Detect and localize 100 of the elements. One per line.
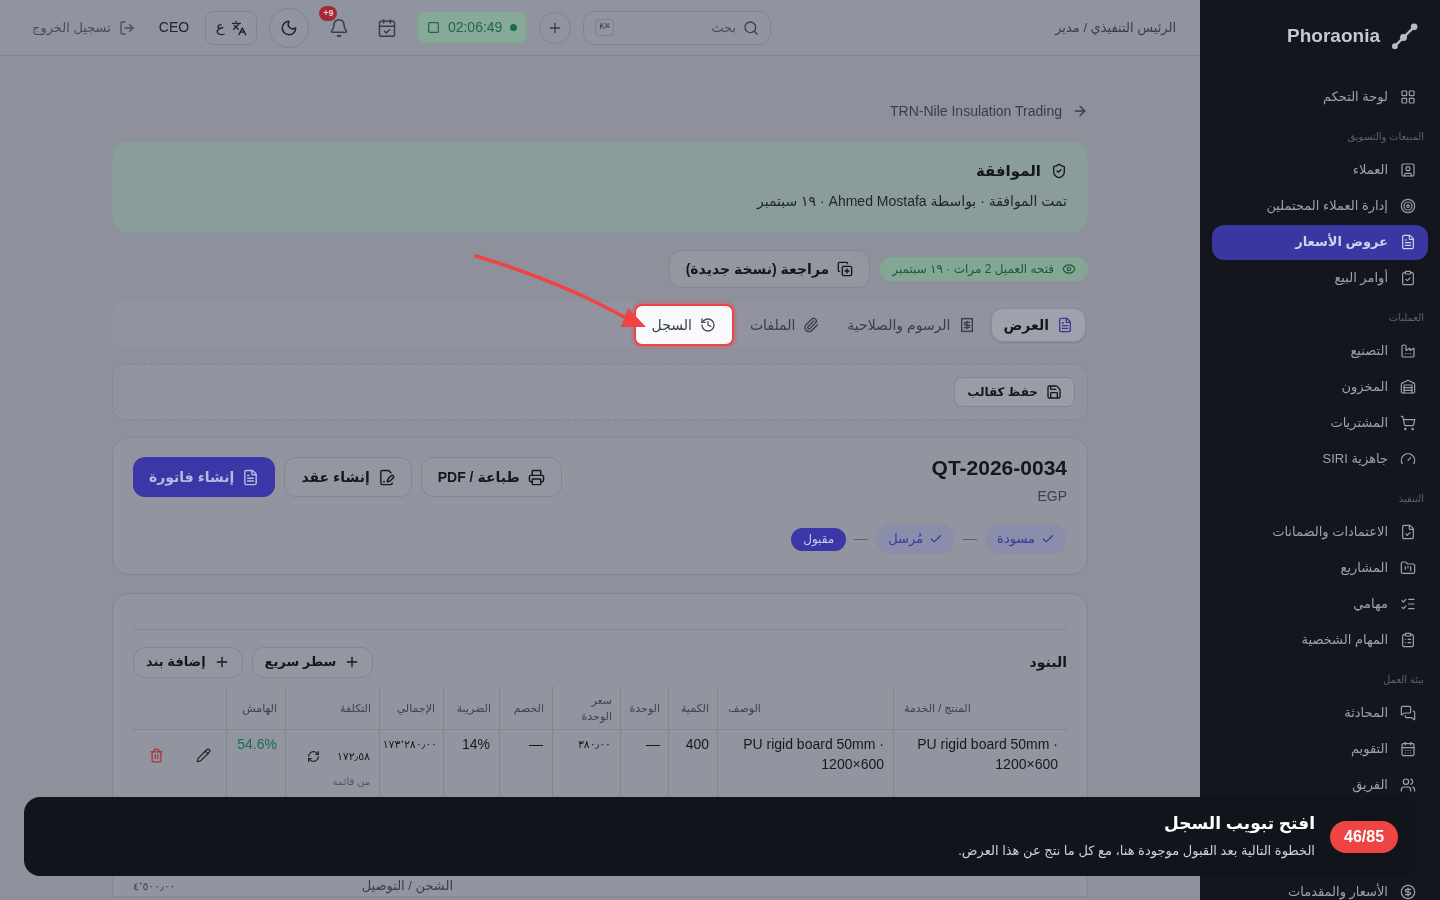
tab[interactable]: السجل [633,304,734,346]
nav-item[interactable]: مهامي [1212,586,1428,622]
warehouse-icon [1400,379,1416,395]
coin-icon [1400,884,1416,900]
nav-item[interactable]: جاهزية SIRI [1212,441,1428,477]
moon-icon [280,18,299,37]
brand-name: Phoraonia [1287,23,1380,48]
file-check-icon [1400,524,1416,540]
status-step: مسودة [985,524,1067,554]
action-button[interactable]: إنشاء فاتورة [133,457,276,497]
nav-item[interactable]: التقويم [1212,731,1428,767]
column-header: الهامش [226,686,285,729]
tab[interactable]: الملفات [737,308,832,342]
approval-title: الموافقة [975,160,1041,182]
breadcrumb-link[interactable]: TRN-Nile Insulation Trading [890,100,1062,122]
checklist-icon [1400,596,1416,612]
clipboard-check-icon [1400,270,1416,286]
cart-icon [1400,415,1416,431]
nav-item[interactable]: التصنيع [1212,333,1428,369]
nav-item[interactable]: الأسعار والمقدمات [1212,874,1428,900]
table-cell-text: — [528,735,544,754]
target-icon [1400,198,1416,214]
document-icon [1057,317,1073,333]
grid-icon [1400,89,1416,105]
column-header: الخصم [499,686,552,729]
refresh-icon[interactable] [306,749,320,763]
nav-item[interactable]: الاعتمادات والضمانات [1212,514,1428,550]
nav-section-heading: المبيعات والتسويق [1346,130,1425,145]
add-row-button[interactable]: إضافة بند [133,646,243,678]
column-header: التكلفة [285,686,379,729]
nav-section-heading: التنفيذ [1397,492,1425,506]
column-header: الوصف [717,686,893,729]
total-label: الشحن / التوصيل [361,878,453,894]
column-header: المنتج / الخدمة [893,686,1067,729]
save-icon [1046,384,1062,400]
language-button[interactable]: ع [205,10,258,45]
calendar-check-icon [377,17,398,38]
table-cell-text: ٣٨٠٫٠٠ [577,737,612,752]
save-template-button[interactable]: حفظ كقالب [954,377,1075,407]
table-cell-text: 400 [684,735,710,754]
folder-icon [1400,560,1416,576]
clipboard-list-icon [1400,632,1416,648]
receipt-icon [958,317,975,333]
paperclip-icon [803,317,820,333]
add-row-button[interactable]: سطر سريع [251,646,374,678]
table-cell-text: ١٧٣٬٢٨٠٫٠٠ [382,737,438,752]
chat-icon [1400,705,1416,721]
tour-description: الخطوة التالية بعد القبول موجودة هنا، مع كل ما نتج عن هذا العرض. [958,842,1315,861]
check-icon [929,532,944,546]
document-icon [1400,234,1416,250]
logout-icon [118,19,135,36]
action-button[interactable]: إنشاء عقد [284,457,412,497]
shield-check-icon [1051,163,1067,179]
step-counter: 46/85 [1330,820,1398,853]
nav-item[interactable]: الفريق [1212,767,1428,803]
action-button[interactable]: طباعة / PDF [420,457,562,497]
table-cell-text: PU rigid board 50mm · 1200×600 [916,735,1059,774]
pencil-icon[interactable] [195,748,211,763]
currency-code: EGP [1037,487,1067,506]
nav-item[interactable]: إدارة العملاء المحتملين [1212,188,1428,224]
table-cell-text: PU rigid board 50mm · 1200×600 [742,735,885,774]
stop-icon [426,21,440,34]
status-step: مقبول [791,527,847,551]
check-icon [1041,532,1055,546]
nav-item[interactable]: العملاء [1212,152,1428,188]
nav-item[interactable]: المهام الشخصية [1212,622,1428,658]
section-title: البنود [1029,652,1067,673]
calendar-icon [1400,741,1416,757]
nav-section-heading: العمليات [1387,311,1425,325]
trash-icon[interactable] [148,748,164,763]
shortcut-key: ⌘K [595,18,614,36]
cost-value: ١٧٢٫٥٨ [336,748,370,764]
tour-title: افتح تبويب السجل [1164,813,1315,836]
add-button[interactable] [539,11,572,44]
nav-item[interactable]: المخزون [1212,369,1428,405]
table-cell-text: — [645,735,661,754]
factory-icon [1400,343,1416,359]
total-value: ٤٬٥٠٠٫٠٠ [133,879,176,894]
column-header: الإجمالي [379,686,443,729]
nav-item[interactable]: المحادثة [1212,695,1428,731]
copy-plus-icon [837,261,854,277]
eye-icon [1062,262,1076,276]
revision-button[interactable]: مراجعة (نسخة جديدة) [668,250,871,288]
cost-source: من قائمة [332,775,370,789]
nav-item[interactable]: أوامر البيع [1212,260,1428,296]
nav-section-heading: بيئة العمل [1382,673,1425,687]
bell-icon [329,17,350,38]
tab[interactable]: الرسوم والصلاحية [835,308,987,342]
document-icon [242,468,260,486]
column-header: الوحدة [620,686,668,729]
printer-icon [527,468,545,486]
nav-item[interactable]: المشاريع [1212,550,1428,586]
nav-item[interactable]: المشتريات [1212,405,1428,441]
search-icon [743,19,760,36]
nav-item[interactable]: لوحة التحكم [1212,79,1428,115]
contact-card-icon [1400,162,1416,178]
approval-detail: تمت الموافقة · بواسطة Ahmed Mostafa · ١٩ سبتمبر [755,192,1067,211]
tab[interactable]: العرض [990,308,1086,342]
back-arrow-icon[interactable] [1072,103,1088,119]
nav-item[interactable]: عروض الأسعار [1212,224,1428,260]
